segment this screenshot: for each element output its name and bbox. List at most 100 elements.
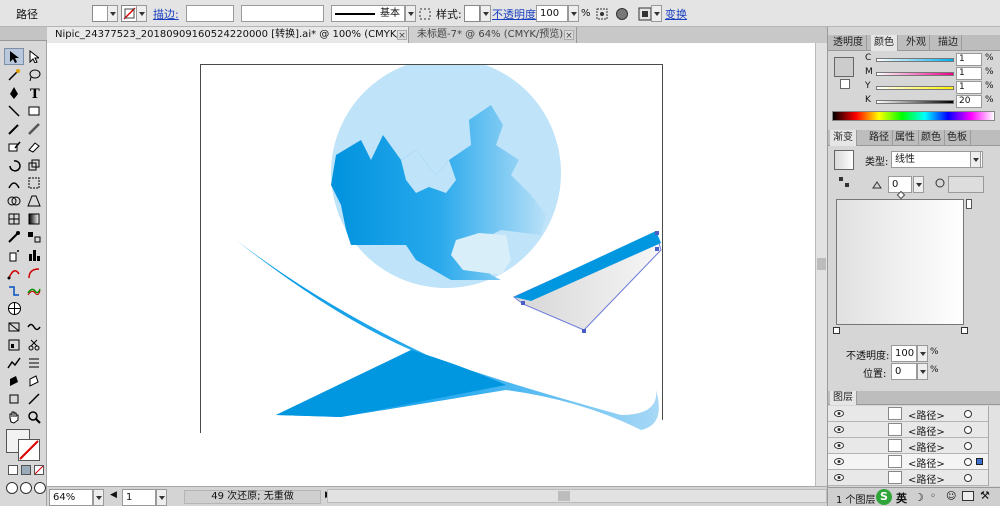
- opacity-link[interactable]: 不透明度:: [492, 4, 540, 23]
- column-graph-tool-icon[interactable]: [24, 246, 44, 263]
- anchor-convert-tool-icon[interactable]: [24, 264, 44, 281]
- layer-row[interactable]: <路径>: [828, 422, 988, 438]
- symbol-sprayer-tool-icon[interactable]: [4, 246, 24, 263]
- gradient-preview-swatch[interactable]: [834, 150, 854, 170]
- transform-dropdown[interactable]: [651, 5, 662, 22]
- first-artboard-icon[interactable]: ◀: [110, 490, 117, 500]
- pen-tool-icon[interactable]: [4, 84, 24, 101]
- zoom-tool-icon[interactable]: [24, 408, 44, 425]
- gradient-mode-icon[interactable]: [21, 465, 31, 475]
- layer-target-icon[interactable]: [964, 410, 972, 418]
- zoom-field[interactable]: 64%: [49, 489, 93, 506]
- horizontal-scrollbar[interactable]: [327, 489, 827, 503]
- gradient-stop-top[interactable]: [966, 199, 972, 209]
- cyan-slider[interactable]: [876, 58, 954, 62]
- globe-tool-icon[interactable]: [4, 300, 24, 317]
- vertical-scrollbar[interactable]: [815, 43, 827, 486]
- canvas[interactable]: [47, 43, 815, 486]
- brush-dropdown[interactable]: [405, 5, 416, 22]
- stop-position-dropdown[interactable]: [917, 363, 928, 380]
- lasso-tool-icon[interactable]: [24, 66, 44, 83]
- opacity-field[interactable]: 100: [536, 5, 568, 22]
- keyboard-icon[interactable]: [962, 491, 974, 501]
- visibility-eye-icon[interactable]: [834, 441, 844, 450]
- reshape-tool-icon[interactable]: [4, 282, 24, 299]
- zoom-dropdown[interactable]: [93, 489, 104, 506]
- direct-selection-tool-icon[interactable]: [24, 48, 44, 65]
- recolor-icon[interactable]: [418, 4, 432, 23]
- tab-document-untitled[interactable]: 未标题-7* @ 64% (CMYK/预览): [409, 27, 577, 43]
- artboard-dropdown[interactable]: [156, 489, 167, 506]
- tab-color-guide[interactable]: 颜色: [918, 130, 945, 146]
- rotate-tool-icon[interactable]: [4, 156, 24, 173]
- gradient-preview-box[interactable]: [836, 199, 964, 325]
- blob-brush-tool-icon[interactable]: [4, 138, 24, 155]
- free-transform-tool-icon[interactable]: [24, 174, 44, 191]
- anchor-point[interactable]: [655, 247, 659, 251]
- punctuation-icon[interactable]: ◦: [930, 491, 936, 502]
- rectangle-tool-icon[interactable]: [24, 102, 44, 119]
- layers-scrollbar[interactable]: [988, 406, 1000, 486]
- perspective-grid-tool-icon[interactable]: [24, 192, 44, 209]
- eyedropper-tool-icon[interactable]: [4, 228, 24, 245]
- black-slider[interactable]: [876, 100, 954, 104]
- anchor-point[interactable]: [582, 329, 586, 333]
- layer-row[interactable]: <路径>: [828, 406, 988, 422]
- layer-target-icon[interactable]: [964, 458, 972, 466]
- magenta-slider[interactable]: [876, 72, 954, 76]
- draw-inside-icon[interactable]: [34, 482, 46, 494]
- magenta-field[interactable]: 1: [956, 67, 982, 80]
- yellow-slider[interactable]: [876, 86, 954, 90]
- cyan-field[interactable]: 1: [956, 53, 982, 66]
- selection-tool-icon[interactable]: [4, 48, 24, 65]
- magic-wand-tool-icon[interactable]: [4, 66, 24, 83]
- layer-target-icon[interactable]: [964, 474, 972, 482]
- close-tab-icon[interactable]: ×: [564, 30, 574, 41]
- color-mode-icon[interactable]: [8, 465, 18, 475]
- selection-indicator-icon[interactable]: [976, 458, 983, 465]
- transform-link[interactable]: 变换: [665, 4, 687, 23]
- gradient-tool-icon[interactable]: [24, 210, 44, 227]
- chart-tool-icon[interactable]: [4, 354, 24, 371]
- layer-row[interactable]: <路径>: [828, 438, 988, 454]
- stroke-link[interactable]: 描边:: [153, 4, 179, 23]
- artboard-tool-icon[interactable]: [4, 318, 24, 335]
- hand-tool-icon[interactable]: [4, 408, 24, 425]
- visibility-eye-icon[interactable]: [834, 457, 844, 466]
- curvature-tool-icon[interactable]: [4, 264, 24, 281]
- live-paint-tool-icon[interactable]: [4, 372, 24, 389]
- artboard[interactable]: [200, 58, 663, 434]
- variable-width-field[interactable]: [241, 5, 324, 22]
- black-field[interactable]: 20: [956, 95, 982, 108]
- stroke-dropdown[interactable]: [136, 5, 147, 22]
- type-tool-icon[interactable]: T: [24, 84, 44, 101]
- scroll-thumb[interactable]: [558, 491, 570, 501]
- tab-stroke[interactable]: 描边: [935, 35, 962, 51]
- graphic-style-swatch[interactable]: [464, 5, 480, 22]
- mesh-tool-icon[interactable]: [4, 210, 24, 227]
- paintbrush-tool-icon[interactable]: [4, 120, 24, 137]
- close-tab-icon[interactable]: ×: [397, 30, 407, 41]
- tab-appearance[interactable]: 外观: [903, 35, 930, 51]
- warp-tool-icon[interactable]: [4, 174, 24, 191]
- tab-pathfinder[interactable]: 路径: [866, 130, 893, 146]
- wrench-icon[interactable]: ⚒: [980, 489, 990, 502]
- visibility-eye-icon[interactable]: [834, 425, 844, 434]
- shape-builder-tool-icon[interactable]: [4, 192, 24, 209]
- angle-dropdown[interactable]: [913, 176, 924, 193]
- stop-opacity-dropdown[interactable]: [917, 345, 928, 362]
- transform-options-icon[interactable]: [638, 4, 652, 23]
- tab-gradient[interactable]: 渐变: [830, 130, 857, 146]
- stop-opacity-field[interactable]: 100: [891, 345, 917, 362]
- gradient-stop-left[interactable]: [833, 327, 840, 334]
- gradient-type-dropdown[interactable]: [970, 151, 981, 168]
- scroll-thumb[interactable]: [817, 258, 826, 270]
- globe-icon[interactable]: [615, 4, 629, 23]
- tab-transparency[interactable]: 透明度: [830, 35, 867, 51]
- emoji-icon[interactable]: ☺: [946, 491, 956, 502]
- blend-tool-icon[interactable]: [24, 228, 44, 245]
- layer-row-selected[interactable]: <路径>: [828, 454, 988, 470]
- fill-dropdown[interactable]: [107, 5, 118, 22]
- visibility-eye-icon[interactable]: [834, 409, 844, 418]
- visibility-eye-icon[interactable]: [834, 473, 844, 482]
